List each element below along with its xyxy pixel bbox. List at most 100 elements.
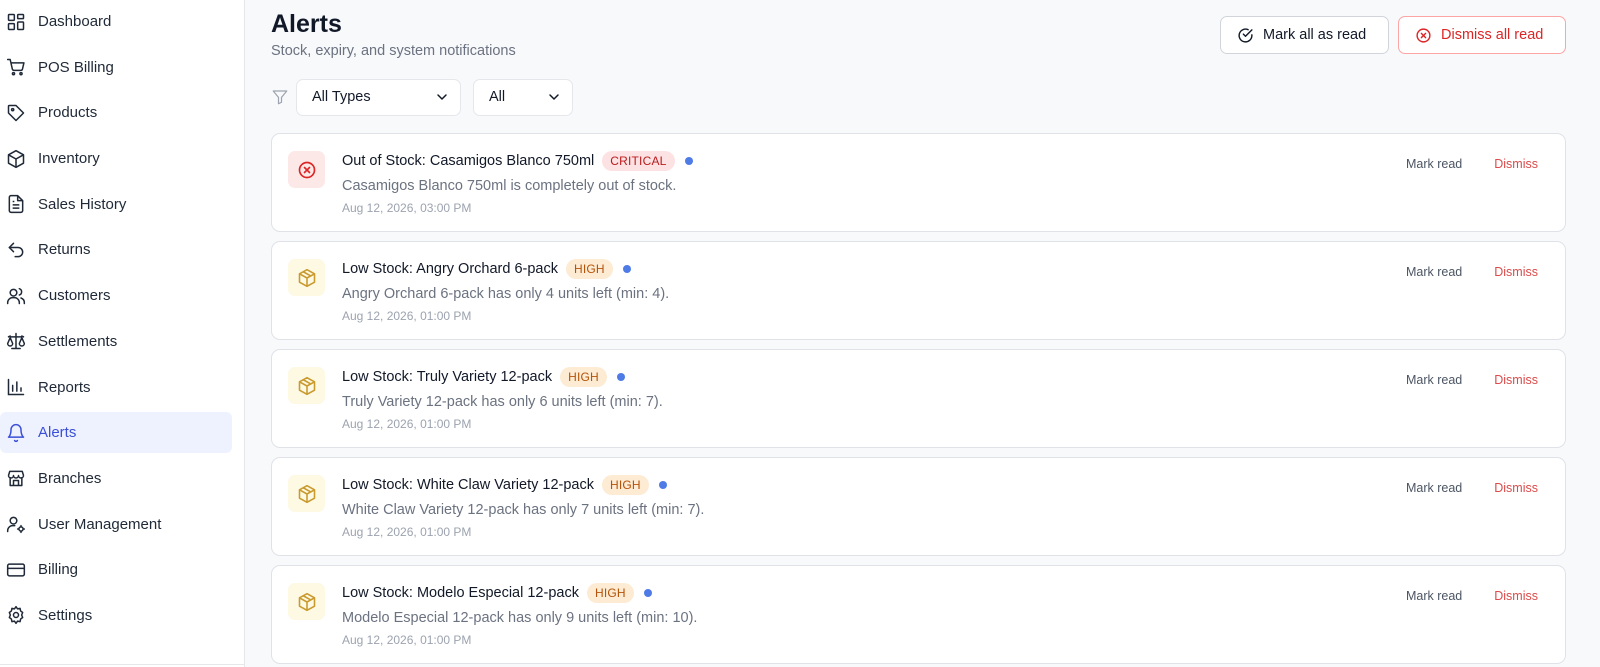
- undo-icon: [5, 239, 27, 261]
- document-icon: [5, 193, 27, 215]
- severity-filter-value: All: [489, 89, 506, 105]
- box-icon: [288, 259, 325, 296]
- sidebar-item-sales-history[interactable]: Sales History: [0, 184, 232, 225]
- sidebar-item-reports[interactable]: Reports: [0, 367, 232, 408]
- sidebar-item-user-management[interactable]: User Management: [0, 504, 232, 545]
- credit-card-icon: [5, 559, 27, 581]
- dismiss-button[interactable]: Dismiss: [1494, 589, 1538, 603]
- alert-timestamp: Aug 12, 2026, 01:00 PM: [342, 525, 472, 539]
- page-subtitle: Stock, expiry, and system notifications: [271, 43, 516, 59]
- unread-dot: [616, 373, 625, 381]
- sidebar-item-returns[interactable]: Returns: [0, 229, 232, 270]
- mark-read-button[interactable]: Mark read: [1406, 157, 1462, 171]
- sidebar-item-label: Billing: [38, 561, 79, 579]
- alert-card: Low Stock: Angry Orchard 6-pack HIGH Ang…: [271, 241, 1566, 340]
- alert-title-row: Low Stock: Truly Variety 12-pack HIGH: [342, 367, 625, 387]
- alert-title: Out of Stock: Casamigos Blanco 750ml: [342, 153, 595, 169]
- alert-card: Out of Stock: Casamigos Blanco 750ml CRI…: [271, 133, 1566, 232]
- bar-chart-icon: [5, 376, 27, 398]
- alert-actions: Mark read Dismiss: [1406, 157, 1538, 171]
- alert-timestamp: Aug 12, 2026, 01:00 PM: [342, 417, 472, 431]
- alert-timestamp: Aug 12, 2026, 03:00 PM: [342, 201, 472, 215]
- scale-icon: [5, 330, 27, 352]
- type-filter-select[interactable]: All Types: [296, 78, 461, 116]
- alert-actions: Mark read Dismiss: [1406, 589, 1538, 603]
- box-icon: [288, 475, 325, 512]
- type-filter-value: All Types: [312, 89, 371, 105]
- mark-all-read-button[interactable]: Mark all as read: [1220, 16, 1389, 54]
- alert-card: Low Stock: Truly Variety 12-pack HIGH Tr…: [271, 349, 1566, 448]
- severity-badge: HIGH: [586, 583, 634, 603]
- alert-actions: Mark read Dismiss: [1406, 481, 1538, 495]
- sidebar-item-label: User Management: [38, 515, 162, 533]
- severity-badge: HIGH: [566, 259, 613, 279]
- alert-message: Modelo Especial 12-pack has only 9 units…: [342, 610, 698, 626]
- filter-bar: All Types All: [271, 78, 1566, 116]
- sidebar-item-label: Inventory: [38, 150, 100, 168]
- alert-card: Low Stock: White Claw Variety 12-pack HI…: [271, 457, 1566, 556]
- severity-badge: HIGH: [601, 475, 649, 495]
- alert-title: Low Stock: White Claw Variety 12-pack: [342, 477, 594, 493]
- unread-dot: [643, 589, 652, 597]
- sidebar-item-inventory[interactable]: Inventory: [0, 138, 232, 179]
- sidebar-item-billing[interactable]: Billing: [0, 549, 232, 590]
- check-circle-icon: [1238, 27, 1253, 43]
- unread-dot: [658, 481, 667, 489]
- tag-icon: [5, 102, 27, 124]
- sidebar-item-settings[interactable]: Settings: [0, 595, 232, 636]
- sidebar-item-dashboard[interactable]: Dashboard: [0, 1, 232, 42]
- alert-title: Low Stock: Modelo Especial 12-pack: [342, 585, 579, 601]
- sidebar-item-label: Dashboard: [38, 13, 112, 30]
- sidebar-item-label: Reports: [38, 378, 91, 396]
- mark-read-button[interactable]: Mark read: [1406, 265, 1462, 279]
- sidebar-item-label: Customers: [38, 287, 111, 305]
- mark-all-read-label: Mark all as read: [1263, 27, 1367, 43]
- alert-actions: Mark read Dismiss: [1406, 373, 1538, 387]
- sidebar-item-branches[interactable]: Branches: [0, 458, 232, 499]
- dismiss-button[interactable]: Dismiss: [1494, 481, 1538, 495]
- dismiss-all-read-label: Dismiss all read: [1441, 27, 1544, 43]
- mark-read-button[interactable]: Mark read: [1406, 589, 1462, 603]
- main-content: Alerts Stock, expiry, and system notific…: [245, 0, 1600, 667]
- unread-dot: [622, 265, 631, 273]
- sidebar-item-label: Sales History: [38, 195, 127, 213]
- header-actions: Mark all as read Dismiss all read: [1220, 16, 1566, 54]
- sidebar-item-alerts[interactable]: Alerts: [0, 412, 232, 454]
- severity-filter-select[interactable]: All: [473, 78, 573, 116]
- dismiss-all-read-button[interactable]: Dismiss all read: [1398, 16, 1566, 54]
- x-circle-icon: [1416, 27, 1431, 43]
- alert-message: White Claw Variety 12-pack has only 7 un…: [342, 502, 705, 518]
- sidebar-divider: [0, 664, 244, 665]
- sidebar-item-label: Returns: [38, 241, 91, 259]
- sidebar-item-settlements[interactable]: Settlements: [0, 321, 232, 362]
- alert-message: Casamigos Blanco 750ml is completely out…: [342, 178, 677, 194]
- sidebar-item-label: Alerts: [38, 424, 77, 442]
- chevron-down-icon: [549, 94, 559, 100]
- user-cog-icon: [5, 513, 27, 535]
- dismiss-button[interactable]: Dismiss: [1494, 157, 1538, 171]
- sidebar-item-products[interactable]: Products: [0, 92, 232, 133]
- sidebar-item-label: Settings: [38, 606, 93, 624]
- grid-icon: [5, 11, 27, 33]
- alert-timestamp: Aug 12, 2026, 01:00 PM: [342, 309, 472, 323]
- dismiss-button[interactable]: Dismiss: [1494, 265, 1538, 279]
- alert-card: Low Stock: Modelo Especial 12-pack HIGH …: [271, 565, 1566, 664]
- cart-icon: [5, 56, 27, 78]
- alert-title: Low Stock: Truly Variety 12-pack: [342, 369, 553, 385]
- box-icon: [288, 367, 325, 404]
- sidebar-item-label: Branches: [38, 469, 102, 487]
- dismiss-button[interactable]: Dismiss: [1494, 373, 1538, 387]
- chevron-down-icon: [437, 94, 447, 100]
- alert-message: Angry Orchard 6-pack has only 4 units le…: [342, 286, 670, 302]
- alert-actions: Mark read Dismiss: [1406, 265, 1538, 279]
- sidebar-item-customers[interactable]: Customers: [0, 275, 232, 316]
- alert-timestamp: Aug 12, 2026, 01:00 PM: [342, 633, 472, 647]
- sidebar-item-label: Settlements: [38, 332, 118, 350]
- mark-read-button[interactable]: Mark read: [1406, 373, 1462, 387]
- alert-title-row: Low Stock: Modelo Especial 12-pack HIGH: [342, 583, 652, 603]
- page-header: Alerts Stock, expiry, and system notific…: [271, 0, 1566, 76]
- severity-badge: HIGH: [560, 367, 607, 387]
- sidebar-item-pos-billing[interactable]: POS Billing: [0, 47, 232, 88]
- severity-badge: CRITICAL: [602, 151, 675, 171]
- mark-read-button[interactable]: Mark read: [1406, 481, 1462, 495]
